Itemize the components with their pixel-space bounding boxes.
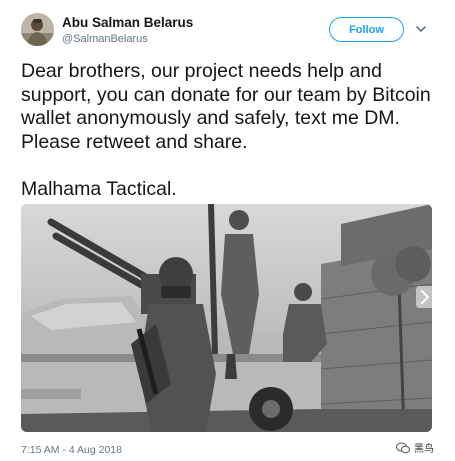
tweet-body: Dear brothers, our project needs help an… [21, 60, 431, 153]
watermark: 黑鸟 [396, 440, 434, 455]
wechat-icon [396, 442, 410, 453]
chevron-down-icon[interactable] [414, 22, 428, 36]
tweet-timestamp[interactable]: 7:15 AM - 4 Aug 2018 [21, 444, 122, 456]
tweet-photo[interactable] [21, 204, 432, 432]
watermark-text: 黑鸟 [414, 444, 434, 455]
tweet-card: Abu Salman Belarus @SalmanBelarus Follow… [0, 0, 455, 461]
tweet-text: Dear brothers, our project needs help an… [21, 60, 441, 201]
avatar-image [21, 13, 54, 46]
chevron-right-icon[interactable] [416, 286, 432, 308]
follow-button[interactable]: Follow [329, 17, 404, 42]
avatar[interactable] [21, 13, 54, 46]
user-handle[interactable]: @SalmanBelarus [62, 33, 148, 45]
photo-image [21, 204, 432, 432]
display-name[interactable]: Abu Salman Belarus [62, 15, 193, 30]
tweet-signature: Malhama Tactical. [21, 177, 177, 200]
